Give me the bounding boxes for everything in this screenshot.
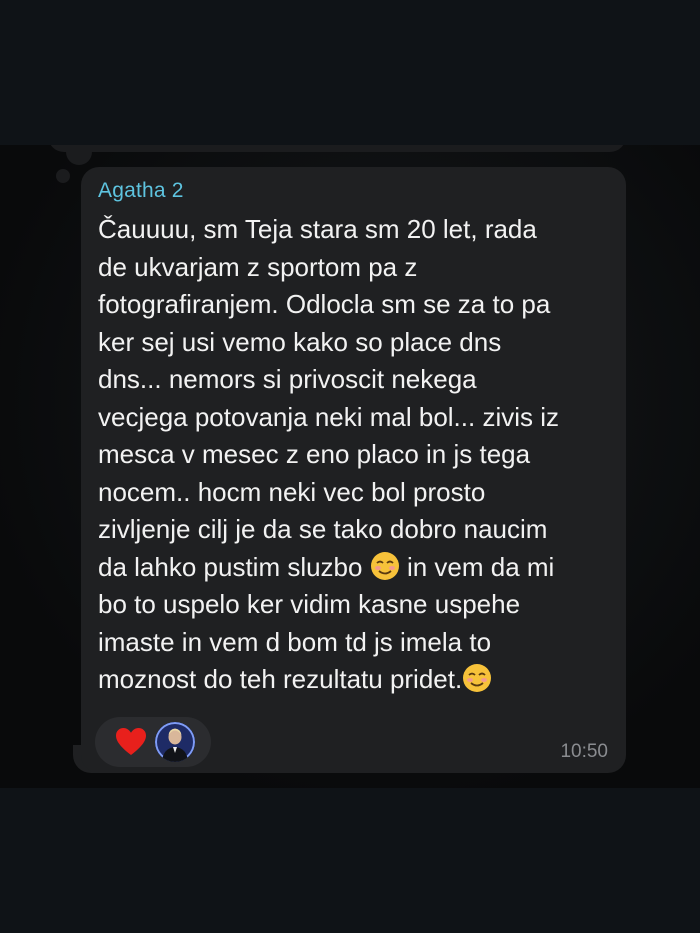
message-line: nocem.. hocm neki vec bol prosto [98,476,486,507]
message-text: Čauuuu, sm Teja stara sm 20 let, rada de… [98,211,608,699]
previous-message-tail [66,145,92,165]
message-line: da lahko pustim sluzbo [98,551,363,582]
bubble-tail-dot [56,169,70,183]
message-line: fotografiranjem. Odlocla sm se za to pa [98,289,551,319]
message-line: dns... nemors si privoscit nekega [98,364,477,394]
message-line: bo to uspelo ker vidim kasne uspehe [98,589,521,619]
smiling-face-icon [463,664,492,692]
message-line: Čauuuu, sm Teja stara sm 20 let, rada [98,214,537,244]
previous-message-bubble[interactable] [48,145,626,152]
message-line: de ukvarjam z sportom pa z [98,251,418,282]
message-timestamp: 10:50 [560,741,608,762]
smiling-face-icon [370,551,399,580]
avatar-icon [155,722,195,762]
sender-name[interactable]: Agatha 2 [98,179,184,203]
message-bubble[interactable]: Agatha 2 Čauuuu, sm Teja stara sm 20 let… [81,167,626,773]
reactor-avatar[interactable] [155,722,195,762]
message-line: zivljenje cilj je da se tako dobro nauci… [98,514,548,544]
message-line: mesca v mesec z eno placo in js tega [98,439,531,469]
message-line: in vem da mi [406,551,555,582]
chat-area: Agatha 2 Čauuuu, sm Teja stara sm 20 let… [0,145,700,788]
heart-icon[interactable] [115,727,147,757]
message-line: vecjega potovanja neki mal bol... zivis … [98,401,560,432]
message-line: imaste in vem d bom td js imela to [98,626,492,657]
message-line: ker sej usi vemo kako so place dns [98,326,502,357]
message-line: moznost do teh rezultatu pridet. [98,664,463,694]
reactions-pill[interactable] [95,717,211,767]
